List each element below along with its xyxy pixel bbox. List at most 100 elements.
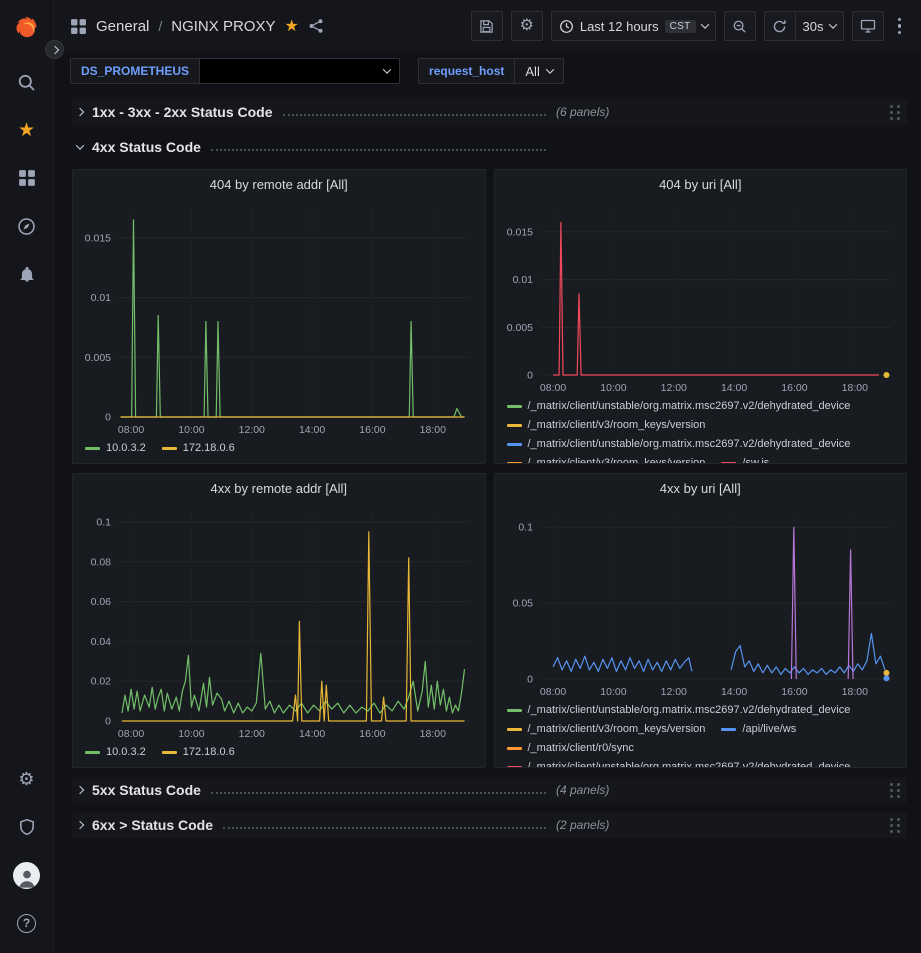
legend-item[interactable]: /sw.js bbox=[721, 454, 769, 463]
svg-text:12:00: 12:00 bbox=[660, 686, 686, 698]
row-drag-handle[interactable] bbox=[890, 783, 901, 798]
legend-item[interactable]: /_matrix/client/unstable/org.matrix.msc2… bbox=[507, 397, 851, 416]
tv-mode-button[interactable] bbox=[852, 11, 884, 41]
row-4xx: 4xx Status Code bbox=[72, 134, 907, 160]
svg-text:08:00: 08:00 bbox=[118, 424, 144, 436]
panel-title[interactable]: 404 by uri [All] bbox=[495, 170, 907, 198]
breadcrumb-folder[interactable]: General bbox=[96, 18, 149, 35]
breadcrumb-dashboard-title[interactable]: NGINX PROXY bbox=[171, 18, 275, 35]
help-icon: ? bbox=[17, 914, 36, 933]
svg-text:14:00: 14:00 bbox=[299, 424, 325, 436]
legend-item[interactable]: /_matrix/client/unstable/org.matrix.msc2… bbox=[507, 701, 851, 720]
sidebar-item-search[interactable] bbox=[0, 58, 54, 106]
legend-swatch bbox=[162, 447, 177, 450]
sidebar-item-profile[interactable] bbox=[0, 851, 54, 899]
row-title: 1xx - 3xx - 2xx Status Code bbox=[92, 104, 273, 120]
legend-item[interactable]: 172.18.0.6 bbox=[162, 743, 235, 762]
svg-text:12:00: 12:00 bbox=[239, 728, 265, 740]
svg-text:0.1: 0.1 bbox=[96, 516, 111, 528]
row-toggle-5xx[interactable]: 5xx Status Code bbox=[72, 782, 552, 798]
request-host-selected: All bbox=[525, 64, 539, 79]
legend-item[interactable]: /_matrix/client/v3/room_keys/version bbox=[507, 454, 706, 463]
legend-item[interactable]: /_matrix/client/unstable/org.matrix.msc2… bbox=[507, 758, 851, 767]
legend-item[interactable]: 10.0.3.2 bbox=[85, 743, 146, 762]
dashboard-variables-bar: DS_PROMETHEUS request_host All bbox=[54, 52, 921, 90]
star-icon: ★ bbox=[18, 119, 35, 142]
panel-legend: 10.0.3.2 172.18.0.6 bbox=[73, 439, 485, 463]
save-icon bbox=[479, 19, 494, 34]
svg-text:08:00: 08:00 bbox=[118, 728, 144, 740]
legend-swatch bbox=[507, 462, 522, 463]
more-options-kebab[interactable] bbox=[892, 14, 908, 39]
legend-label: /_matrix/client/v3/room_keys/version bbox=[528, 720, 706, 739]
svg-text:0: 0 bbox=[527, 674, 533, 686]
sidebar-expand-button[interactable] bbox=[45, 40, 64, 59]
legend-label: /_matrix/client/v3/room_keys/version bbox=[528, 454, 706, 463]
datasource-variable-value[interactable] bbox=[200, 58, 400, 84]
legend-label: /sw.js bbox=[742, 454, 769, 463]
panel-title[interactable]: 404 by remote addr [All] bbox=[73, 170, 485, 198]
svg-text:18:00: 18:00 bbox=[420, 424, 446, 436]
panel-legend: 10.0.3.2 172.18.0.6 bbox=[73, 743, 485, 767]
row-toggle-4xx[interactable]: 4xx Status Code bbox=[72, 139, 552, 155]
sidebar-item-configuration[interactable]: ⚙ bbox=[0, 755, 54, 803]
chevron-down-icon bbox=[383, 65, 391, 73]
panel-title[interactable]: 4xx by uri [All] bbox=[495, 474, 907, 502]
row-panel-count: (2 panels) bbox=[556, 818, 609, 832]
row-drag-handle[interactable] bbox=[890, 818, 901, 833]
svg-text:08:00: 08:00 bbox=[539, 686, 565, 698]
sidebar-item-alerting[interactable] bbox=[0, 250, 54, 298]
row-toggle-1xx[interactable]: 1xx - 3xx - 2xx Status Code bbox=[72, 104, 552, 120]
row-5xx: 5xx Status Code (4 panels) bbox=[72, 777, 907, 803]
legend-swatch bbox=[507, 747, 522, 750]
grafana-logo-icon[interactable] bbox=[12, 0, 41, 46]
panel-404-by-remote-addr: 404 by remote addr [All] 00.0050.010.015… bbox=[72, 169, 486, 464]
svg-text:0.01: 0.01 bbox=[91, 292, 112, 304]
row-toggle-6xx[interactable]: 6xx > Status Code bbox=[72, 817, 552, 833]
dotted-leader bbox=[211, 792, 546, 794]
legend-label: 10.0.3.2 bbox=[106, 439, 146, 458]
share-icon[interactable] bbox=[308, 18, 324, 34]
sidebar-item-help[interactable]: ? bbox=[0, 899, 54, 947]
legend-item[interactable]: /api/live/ws bbox=[721, 720, 796, 739]
legend-item[interactable]: /_matrix/client/v3/room_keys/version bbox=[507, 416, 706, 435]
request-host-variable-label[interactable]: request_host bbox=[418, 58, 515, 84]
svg-text:0.015: 0.015 bbox=[506, 226, 532, 238]
time-range-picker[interactable]: Last 12 hours CST bbox=[551, 11, 716, 41]
refresh-button[interactable] bbox=[764, 11, 796, 41]
svg-text:10:00: 10:00 bbox=[600, 686, 626, 698]
apps-grid-icon bbox=[70, 18, 87, 35]
legend-item[interactable]: /_matrix/client/unstable/org.matrix.msc2… bbox=[507, 435, 851, 454]
refresh-interval-dropdown[interactable]: 30s bbox=[796, 11, 844, 41]
svg-text:0.06: 0.06 bbox=[91, 596, 112, 608]
svg-text:0.08: 0.08 bbox=[91, 556, 112, 568]
chevron-down-icon bbox=[77, 144, 83, 150]
legend-label: 172.18.0.6 bbox=[183, 743, 235, 762]
gear-icon: ⚙ bbox=[18, 770, 34, 788]
person-icon bbox=[16, 867, 38, 889]
legend-item[interactable]: /_matrix/client/r0/sync bbox=[507, 739, 634, 758]
sidebar-item-explore[interactable] bbox=[0, 202, 54, 250]
datasource-variable-label[interactable]: DS_PROMETHEUS bbox=[70, 58, 200, 84]
favorite-star-icon[interactable]: ★ bbox=[284, 16, 298, 36]
svg-text:0: 0 bbox=[105, 412, 111, 424]
save-dashboard-button[interactable] bbox=[471, 11, 503, 41]
chevron-down-icon bbox=[546, 65, 554, 73]
legend-item[interactable]: /_matrix/client/v3/room_keys/version bbox=[507, 720, 706, 739]
sidebar-item-starred[interactable]: ★ bbox=[0, 106, 54, 154]
clock-icon bbox=[559, 19, 574, 34]
legend-item[interactable]: 10.0.3.2 bbox=[85, 439, 146, 458]
legend-item[interactable]: 172.18.0.6 bbox=[162, 439, 235, 458]
panel-title[interactable]: 4xx by remote addr [All] bbox=[73, 474, 485, 502]
request-host-variable-value[interactable]: All bbox=[515, 58, 563, 84]
sidebar-item-server-admin[interactable] bbox=[0, 803, 54, 851]
legend-swatch bbox=[507, 443, 522, 446]
legend-swatch bbox=[507, 424, 522, 427]
sidebar-item-dashboards[interactable] bbox=[0, 154, 54, 202]
dashboard-settings-button[interactable]: ⚙ bbox=[511, 11, 543, 41]
zoom-out-button[interactable] bbox=[724, 11, 756, 41]
panel-grid-top: 404 by remote addr [All] 00.0050.010.015… bbox=[72, 169, 907, 464]
row-drag-handle[interactable] bbox=[890, 105, 901, 120]
time-series-chart: 00.0050.010.01508:0010:0012:0014:0016:00… bbox=[495, 198, 907, 397]
dotted-leader bbox=[211, 149, 546, 151]
